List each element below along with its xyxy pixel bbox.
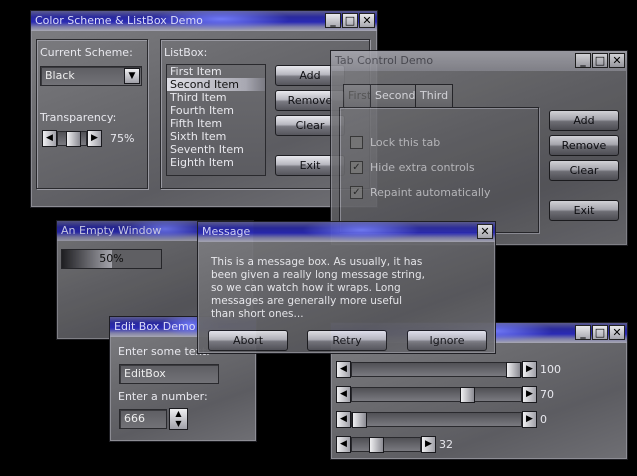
- hide-controls-checkbox[interactable]: ✓: [350, 161, 363, 174]
- scheme-panel: Current Scheme: Black ▼ Transparency: ◀ …: [36, 39, 148, 189]
- title-bar[interactable]: Message ✕: [198, 222, 495, 242]
- close-icon[interactable]: ✕: [609, 325, 625, 340]
- hide-controls-label: Hide extra controls: [370, 161, 475, 174]
- close-icon[interactable]: ✕: [477, 224, 493, 239]
- chevron-down-icon[interactable]: ▼: [124, 68, 140, 84]
- slider-track[interactable]: [351, 412, 522, 428]
- minimize-icon[interactable]: _: [325, 13, 341, 28]
- list-item[interactable]: Third Item: [167, 91, 265, 104]
- title-bar[interactable]: Tab Control Demo _ □ ✕: [331, 51, 627, 71]
- tab-third[interactable]: Third: [415, 84, 454, 108]
- abort-button[interactable]: Abort: [208, 330, 288, 351]
- arrow-right-icon[interactable]: ▶: [522, 411, 537, 428]
- window-title: Edit Box Demo: [114, 320, 196, 333]
- repaint-label: Repaint automatically: [370, 186, 491, 199]
- list-item[interactable]: First Item: [167, 65, 265, 78]
- arrow-left-icon[interactable]: ◀: [336, 411, 351, 428]
- arrow-right-icon[interactable]: ▶: [522, 386, 537, 403]
- color-scheme-window: Color Scheme & ListBox Demo _ □ ✕ Curren…: [30, 10, 378, 208]
- slider-value: 70: [540, 388, 554, 401]
- remove-button[interactable]: Remove: [549, 135, 619, 156]
- number-label: Enter a number:: [118, 390, 208, 403]
- slider-thumb[interactable]: [460, 387, 475, 403]
- slider-track[interactable]: [57, 131, 87, 147]
- title-bar[interactable]: Color Scheme & ListBox Demo _ □ ✕: [31, 11, 377, 31]
- arrow-left-icon[interactable]: ◀: [336, 361, 351, 378]
- repaint-checkbox[interactable]: ✓: [350, 186, 363, 199]
- add-button[interactable]: Add: [549, 110, 619, 131]
- slider-value: 32: [439, 438, 453, 451]
- exit-button[interactable]: Exit: [549, 200, 619, 221]
- list-item[interactable]: Fifth Item: [167, 117, 265, 130]
- clear-button[interactable]: Clear: [549, 160, 619, 181]
- list-item[interactable]: Fourth Item: [167, 104, 265, 117]
- arrow-right-icon[interactable]: ▶: [522, 361, 537, 378]
- list-item[interactable]: Sixth Item: [167, 130, 265, 143]
- maximize-icon[interactable]: □: [592, 53, 608, 68]
- slider-track[interactable]: [351, 437, 421, 453]
- slider-thumb[interactable]: [369, 437, 384, 453]
- progress-bar: 50%: [61, 249, 162, 269]
- arrow-left-icon[interactable]: ◀: [336, 436, 351, 453]
- transparency-slider[interactable]: ◀ ▶: [42, 130, 104, 148]
- ignore-button[interactable]: Ignore: [407, 330, 487, 351]
- progress-text: 50%: [99, 252, 124, 265]
- arrow-right-icon[interactable]: ▶: [421, 436, 436, 453]
- list-item[interactable]: Eighth Item: [167, 156, 265, 169]
- listbox-label: ListBox:: [164, 46, 208, 59]
- tab-first[interactable]: First: [343, 84, 371, 108]
- lock-tab-label: Lock this tab: [370, 136, 441, 149]
- slider-thumb[interactable]: [506, 362, 521, 378]
- tab-control-window: Tab Control Demo _ □ ✕ First Second Thir…: [330, 50, 628, 246]
- scheme-value: Black: [45, 69, 75, 82]
- number-stepper[interactable]: ▲ ▼: [169, 408, 188, 430]
- arrow-left-icon[interactable]: ◀: [42, 130, 57, 147]
- arrow-right-icon[interactable]: ▶: [87, 130, 102, 147]
- maximize-icon[interactable]: □: [592, 325, 608, 340]
- window-title: Message: [202, 225, 251, 238]
- text-input[interactable]: EditBox: [119, 364, 219, 384]
- window-title: Tab Control Demo: [335, 54, 434, 67]
- slider-thumb[interactable]: [352, 412, 367, 428]
- message-text: This is a message box. As usually, it ha…: [211, 256, 425, 320]
- tab-second[interactable]: Second: [370, 84, 421, 108]
- minimize-icon[interactable]: _: [575, 325, 591, 340]
- close-icon[interactable]: ✕: [359, 13, 375, 28]
- slider-value: 0: [540, 413, 547, 426]
- list-item[interactable]: Seventh Item: [167, 143, 265, 156]
- arrow-left-icon[interactable]: ◀: [336, 386, 351, 403]
- current-scheme-label: Current Scheme:: [40, 46, 133, 59]
- scheme-select[interactable]: Black ▼: [40, 66, 142, 86]
- transparency-value: 75%: [110, 132, 135, 145]
- listbox[interactable]: First Item Second Item Third Item Fourth…: [166, 64, 266, 176]
- retry-button[interactable]: Retry: [307, 330, 387, 351]
- lock-tab-checkbox[interactable]: [350, 136, 363, 149]
- window-title: Color Scheme & ListBox Demo: [35, 14, 203, 27]
- slider-track[interactable]: [351, 387, 522, 403]
- tab-page: Lock this tab ✓ Hide extra controls ✓ Re…: [339, 107, 539, 233]
- window-title: An Empty Window: [61, 224, 162, 237]
- close-icon[interactable]: ✕: [609, 53, 625, 68]
- number-input[interactable]: 666: [119, 409, 167, 429]
- message-window: Message ✕ This is a message box. As usua…: [197, 221, 496, 354]
- maximize-icon[interactable]: □: [342, 13, 358, 28]
- minimize-icon[interactable]: _: [575, 53, 591, 68]
- transparency-label: Transparency:: [40, 111, 117, 124]
- slider-thumb[interactable]: [66, 131, 81, 147]
- slider-value: 100: [540, 363, 561, 376]
- slider-track[interactable]: [351, 362, 522, 378]
- list-item-selected[interactable]: Second Item: [167, 78, 265, 91]
